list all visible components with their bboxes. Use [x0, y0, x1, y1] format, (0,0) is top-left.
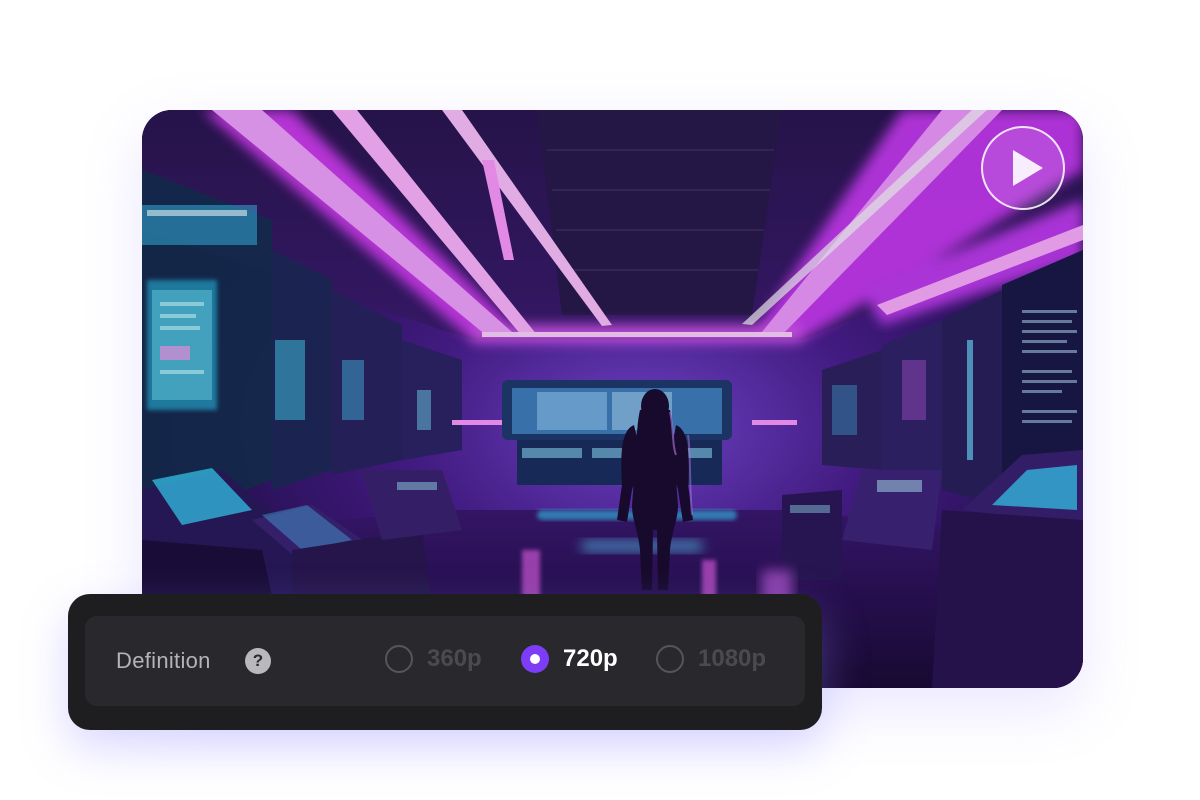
radio-720p[interactable] [521, 645, 549, 673]
radio-360p[interactable] [385, 645, 413, 673]
play-button[interactable] [981, 126, 1065, 210]
option-720p[interactable]: 720p [521, 643, 631, 679]
option-1080p[interactable]: 1080p [656, 643, 781, 679]
option-label-720p: 720p [563, 645, 618, 672]
definition-panel: Definition ? 360p 720p 1080p [68, 594, 822, 730]
option-label-360p: 360p [427, 645, 482, 672]
stage: Definition ? 360p 720p 1080p [0, 0, 1200, 800]
definition-row: Definition ? 360p 720p 1080p [85, 616, 805, 706]
option-360p[interactable]: 360p [385, 643, 495, 679]
option-label-1080p: 1080p [698, 645, 767, 672]
definition-label: Definition [116, 648, 211, 673]
radio-1080p[interactable] [656, 645, 684, 673]
question-circle-icon[interactable]: ? [245, 648, 271, 674]
play-icon [1013, 150, 1043, 186]
